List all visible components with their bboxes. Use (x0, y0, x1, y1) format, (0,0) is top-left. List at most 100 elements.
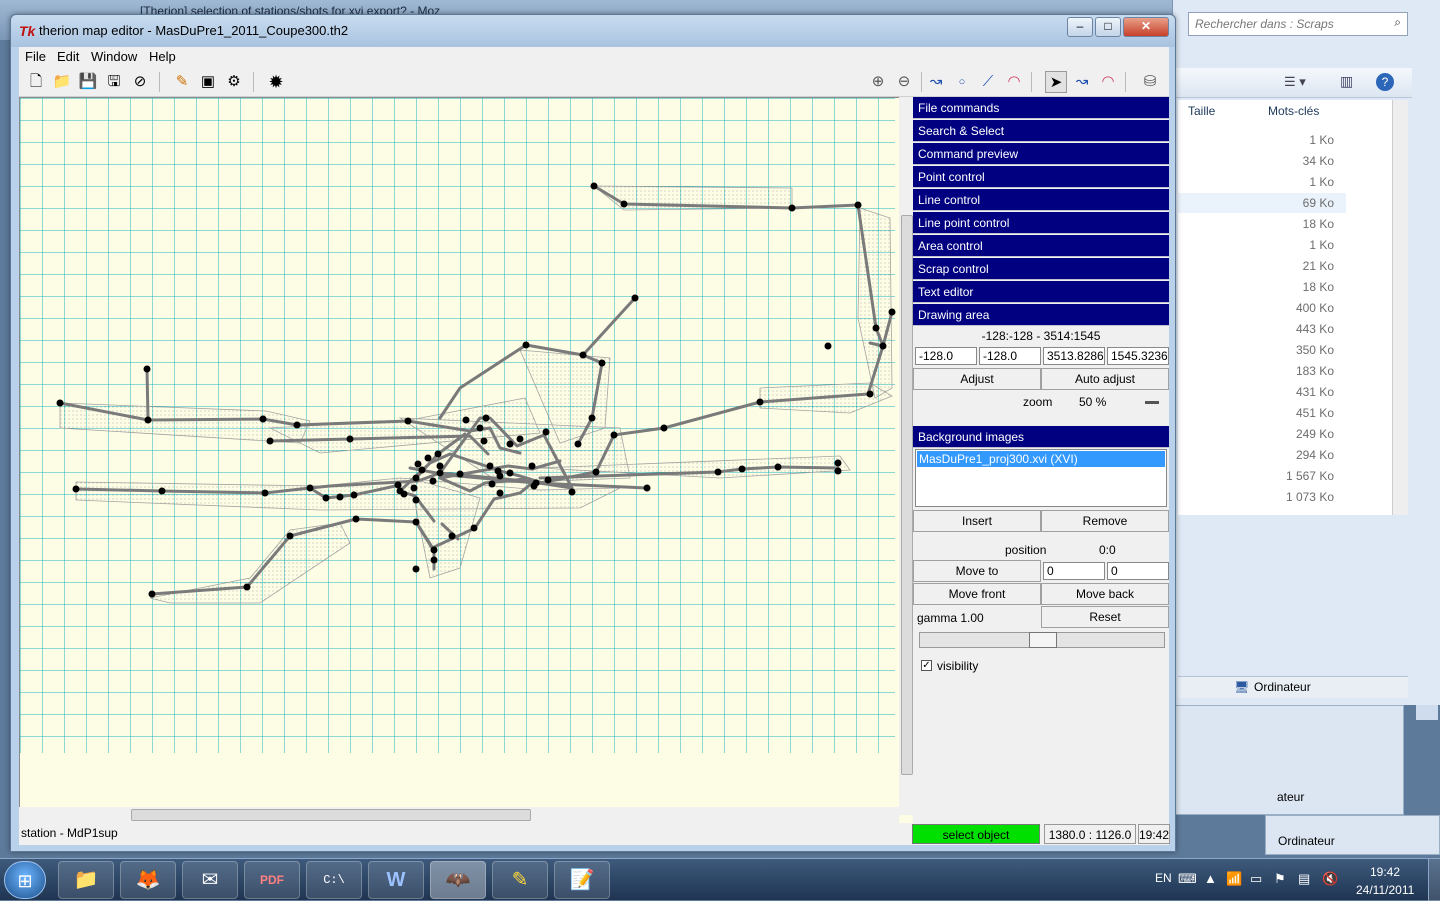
gamma-slider-thumb[interactable] (1029, 632, 1057, 648)
preview-pane-icon[interactable]: ▥ (1340, 73, 1353, 90)
explorer-file-row[interactable]: 443 Ko (1178, 319, 1346, 339)
zoom-in-icon[interactable]: ⊕ (867, 71, 889, 93)
area-x2-field[interactable]: 3513.8286 (1043, 347, 1105, 365)
canvas-horizontal-scrollbar[interactable] (19, 807, 899, 823)
help-icon[interactable]: ? (1376, 73, 1394, 91)
move-front-button[interactable]: Move front (913, 583, 1041, 605)
insert-line-segment-icon[interactable]: ⟋ (977, 71, 999, 93)
explorer-file-row[interactable]: 18 Ko (1178, 277, 1346, 297)
explorer-file-row[interactable]: 1 567 Ko (1178, 466, 1346, 486)
menu-file[interactable]: File (25, 49, 46, 64)
section-search-select[interactable]: Search & Select (913, 120, 1169, 142)
insert-line-icon[interactable]: ○ (951, 71, 973, 93)
network-signal-icon[interactable]: 📶 (1226, 871, 1242, 887)
insert-area-icon[interactable]: ◠ (1003, 71, 1025, 93)
explorer-file-row[interactable]: 400 Ko (1178, 298, 1346, 318)
section-background-images[interactable]: Background images (913, 426, 1169, 448)
view-options-icon[interactable]: ☰ ▾ (1284, 74, 1306, 90)
taskbar-notes-button[interactable]: ✎ (492, 861, 548, 899)
device-icon[interactable]: ▤ (1298, 871, 1310, 887)
language-indicator[interactable]: EN (1155, 871, 1172, 885)
show-desktop-button[interactable] (1428, 859, 1440, 901)
preview-icon[interactable]: ▣ (197, 71, 219, 93)
remove-button[interactable]: Remove (1041, 510, 1169, 532)
section-file-commands[interactable]: File commands (913, 97, 1169, 119)
adjust-button[interactable]: Adjust (913, 368, 1041, 390)
drawing-canvas[interactable] (19, 97, 917, 825)
explorer-file-row[interactable]: 249 Ko (1178, 424, 1346, 444)
section-text-editor[interactable]: Text editor (913, 281, 1169, 303)
taskbar-explorer-button[interactable]: 📁 (58, 861, 114, 899)
select-area-icon[interactable]: ◠ (1097, 71, 1119, 93)
taskbar-thunderbird-button[interactable]: ✉ (182, 861, 238, 899)
section-drawing-area[interactable]: Drawing area (913, 304, 1169, 326)
zoom-out-icon[interactable]: ⊖ (893, 71, 915, 93)
taskbar-word-button[interactable]: W (368, 861, 424, 899)
select-arrow-icon[interactable]: ➤ (1045, 71, 1067, 93)
maximize-button[interactable]: □ (1095, 17, 1121, 37)
insert-point-icon[interactable]: ↝ (925, 71, 947, 93)
taskbar-terminal-button[interactable]: C:\ (306, 861, 362, 899)
new-file-icon[interactable]: 🗋 (25, 71, 47, 93)
flag-icon[interactable]: ⚑ (1274, 871, 1286, 887)
open-file-icon[interactable]: 📁 (51, 71, 73, 93)
select-line-icon[interactable]: ↝ (1071, 71, 1093, 93)
taskbar-editor-button[interactable]: 📝 (554, 861, 610, 899)
zoom-dropdown-indicator[interactable] (1145, 401, 1159, 404)
visibility-checkbox[interactable]: ✓ (921, 660, 932, 671)
explorer-file-row[interactable]: 1 Ko (1178, 235, 1346, 255)
explorer-file-row[interactable]: 34 Ko (1178, 151, 1346, 171)
section-line-point-control[interactable]: Line point control (913, 212, 1169, 234)
insert-button[interactable]: Insert (913, 510, 1041, 532)
section-line-control[interactable]: Line control (913, 189, 1169, 211)
explorer-file-row[interactable]: 69 Ko (1178, 193, 1346, 213)
move-back-button[interactable]: Move back (1041, 583, 1169, 605)
explorer-file-row[interactable]: 431 Ko (1178, 382, 1346, 402)
section-point-control[interactable]: Point control (913, 166, 1169, 188)
edit-pencil-icon[interactable]: ✎ (171, 71, 193, 93)
start-button[interactable]: ⊞ (4, 861, 46, 899)
column-header-size[interactable]: Taille (1188, 104, 1215, 118)
close-button[interactable]: ✕ (1123, 17, 1169, 37)
zoom-value[interactable]: 50 % (1079, 395, 1106, 409)
background-image-item[interactable]: MasDuPre1_proj300.xvi (XVI) (917, 451, 1165, 467)
explorer-file-list[interactable]: Taille Mots-clés 1 Ko 34 Ko 1 Ko 69 Ko 18 Ko… (1178, 100, 1408, 515)
explorer-file-row[interactable]: 294 Ko (1178, 445, 1346, 465)
show-hidden-icons-icon[interactable]: ▲ (1204, 871, 1217, 886)
save-file-icon[interactable]: 💾 (77, 71, 99, 93)
area-y2-field[interactable]: 1545.3236 (1107, 347, 1169, 365)
section-scrap-control[interactable]: Scrap control (913, 258, 1169, 280)
area-x1-field[interactable]: -128.0 (915, 347, 977, 365)
menu-window[interactable]: Window (91, 49, 137, 64)
volume-muted-icon[interactable]: 🔇 (1322, 871, 1338, 887)
close-file-icon[interactable]: ⊘ (129, 71, 151, 93)
section-area-control[interactable]: Area control (913, 235, 1169, 257)
taskbar-acrobat-button[interactable]: PDF (244, 861, 300, 899)
background-images-list[interactable]: MasDuPre1_proj300.xvi (XVI) (915, 449, 1167, 507)
explorer-search-input[interactable]: Rechercher dans : Scraps ⌕ (1188, 12, 1408, 36)
reset-button[interactable]: Reset (1041, 606, 1169, 628)
display-icon[interactable]: ▭ (1250, 871, 1262, 887)
move-x-field[interactable]: 0 (1043, 562, 1105, 580)
horizontal-scroll-thumb[interactable] (131, 809, 531, 821)
vertical-scroll-thumb[interactable] (901, 215, 913, 775)
explorer-file-row[interactable]: 18 Ko (1178, 214, 1346, 234)
explorer-file-row[interactable]: 1 Ko (1178, 130, 1346, 150)
survey-map[interactable] (20, 98, 900, 808)
explorer-file-row[interactable]: 451 Ko (1178, 403, 1346, 423)
clock-date[interactable]: 24/11/2011 (1356, 883, 1414, 897)
menu-help[interactable]: Help (149, 49, 176, 64)
area-y1-field[interactable]: -128.0 (979, 347, 1041, 365)
clock-time[interactable]: 19:42 (1370, 865, 1400, 879)
explorer-file-row[interactable]: 183 Ko (1178, 361, 1346, 381)
minimize-button[interactable]: – (1067, 17, 1093, 37)
database-icon[interactable]: ⛁ (1139, 71, 1161, 93)
taskbar-therion-button[interactable]: 🦇 (430, 861, 486, 899)
title-bar[interactable]: Tk therion map editor - MasDuPre1_2011_C… (11, 15, 1175, 47)
explorer-file-row[interactable]: 1 Ko (1178, 172, 1346, 192)
auto-adjust-button[interactable]: Auto adjust (1041, 368, 1169, 390)
keyboard-icon[interactable]: ⌨ (1178, 871, 1197, 887)
compile-icon[interactable]: ⚙ (223, 71, 245, 93)
explorer-file-row[interactable]: 1 073 Ko (1178, 487, 1346, 507)
gamma-slider[interactable] (919, 632, 1165, 648)
